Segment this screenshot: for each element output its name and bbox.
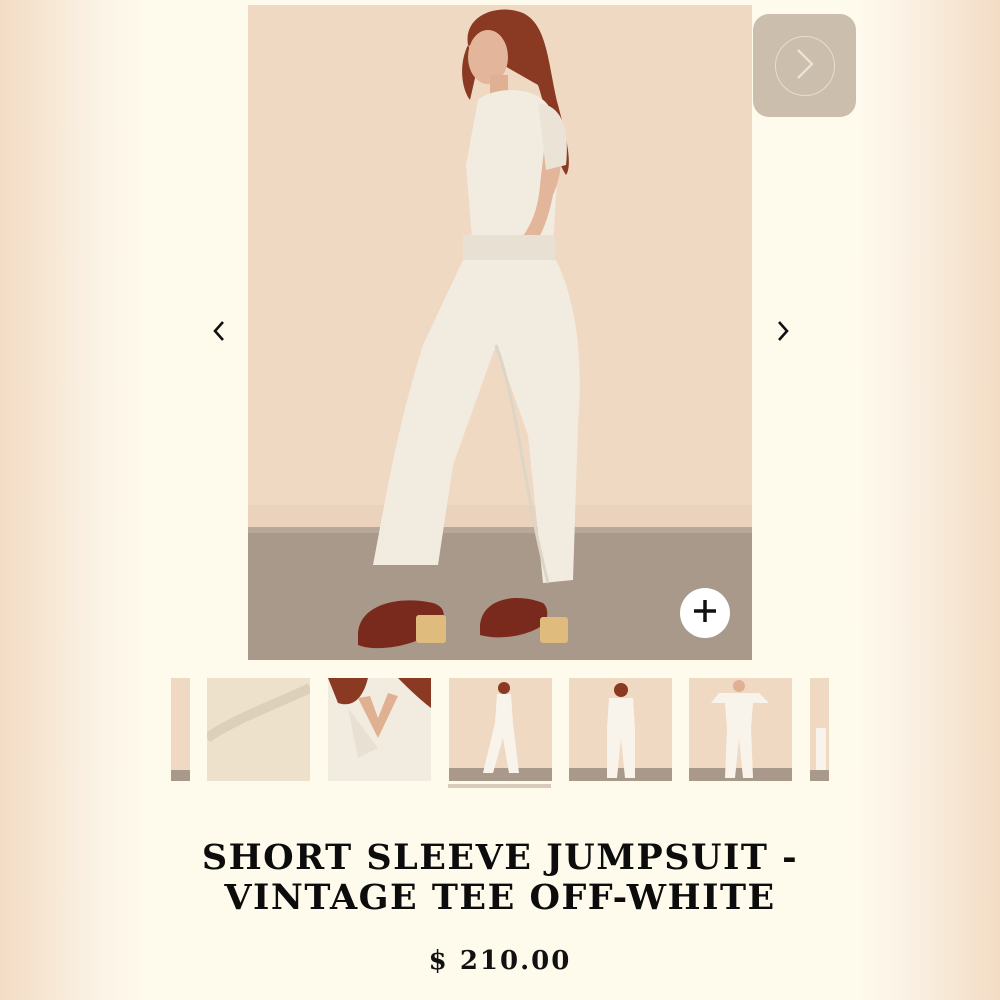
zoom-button[interactable] (680, 588, 730, 638)
chevron-right-icon (776, 320, 790, 346)
overlay-ring (774, 35, 835, 96)
previous-image-button[interactable] (206, 313, 232, 353)
overlay-next-button[interactable] (753, 14, 856, 117)
thumbnail-collar[interactable] (328, 678, 431, 781)
thumbnail-front-view[interactable] (689, 678, 792, 781)
product-title: SHORT SLEEVE JUMPSUIT - VINTAGE TEE OFF-… (201, 837, 799, 918)
thumbnail-fabric[interactable] (207, 678, 310, 781)
thumbnail-partial-left[interactable] (171, 678, 190, 781)
next-image-button[interactable] (770, 313, 796, 353)
thumbnail-strip (171, 678, 829, 790)
chevron-right-icon (795, 47, 815, 85)
plus-icon (691, 597, 719, 629)
thumbnail-partial-right[interactable] (810, 678, 829, 781)
main-product-image[interactable] (248, 5, 752, 660)
thumbnail-side-view[interactable] (449, 678, 552, 781)
chevron-left-icon (212, 320, 226, 346)
active-thumbnail-indicator (448, 784, 551, 788)
thumbnail-back-view[interactable] (569, 678, 672, 781)
product-price: $ 210.00 (428, 946, 572, 976)
